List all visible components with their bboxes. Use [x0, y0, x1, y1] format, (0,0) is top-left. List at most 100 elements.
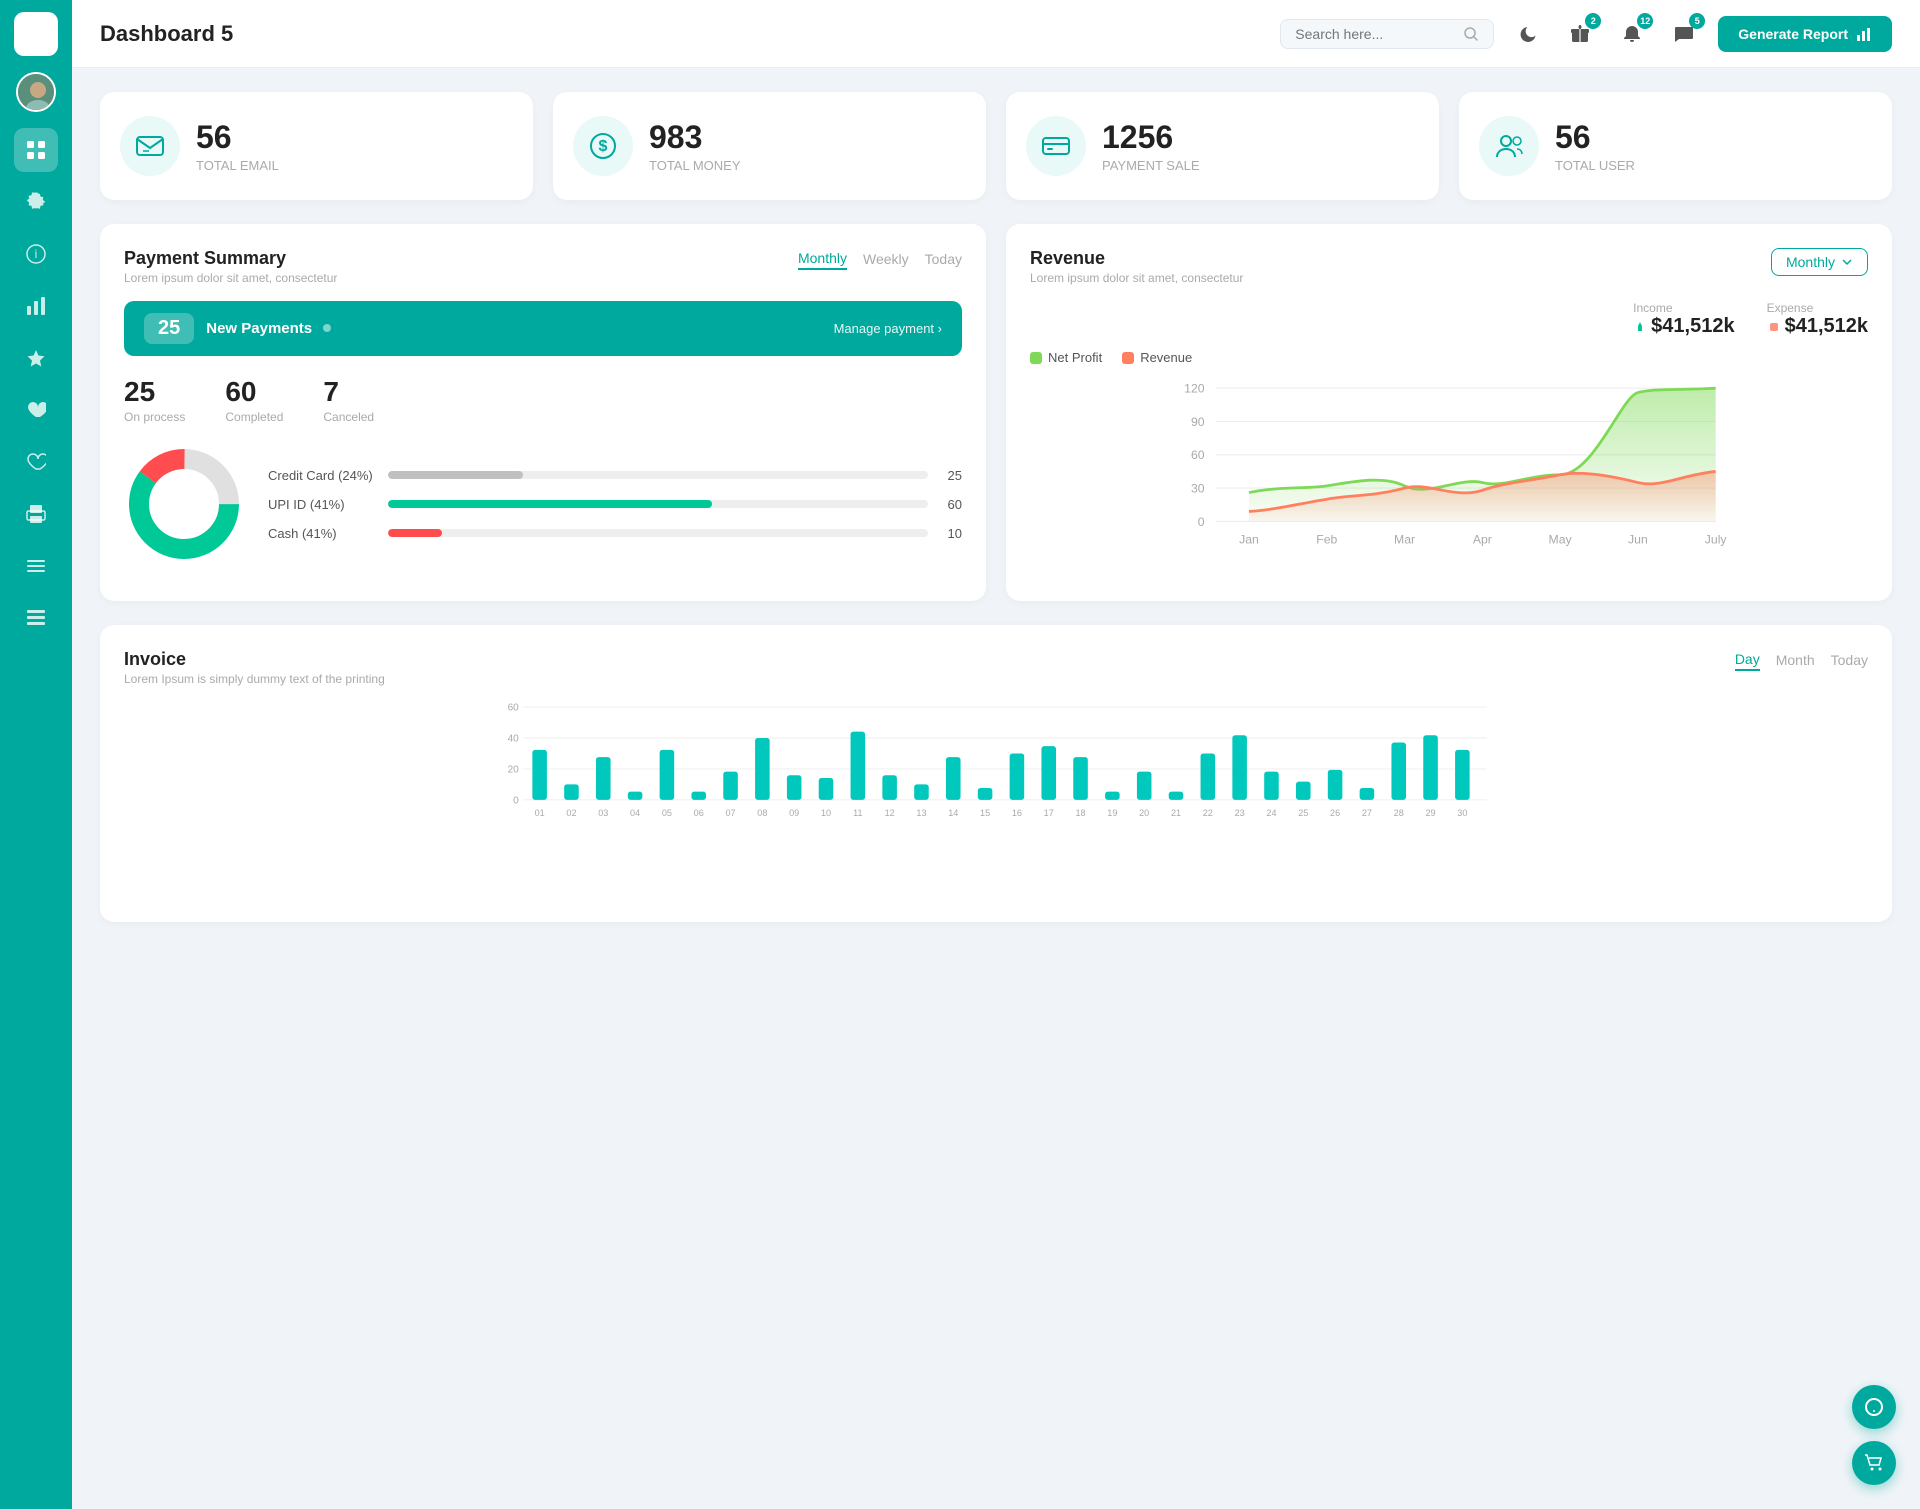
monthly-label: Monthly: [1786, 254, 1835, 270]
chat-btn[interactable]: 5: [1666, 16, 1702, 52]
svg-text:12: 12: [885, 808, 895, 818]
manage-payment-link[interactable]: Manage payment ›: [834, 321, 942, 336]
total-email-num: 56: [196, 119, 279, 156]
payment-summary-subtitle: Lorem ipsum dolor sit amet, consectetur: [124, 271, 337, 285]
sidebar-item-menu[interactable]: [14, 544, 58, 588]
chevron-down-icon: [1841, 256, 1853, 268]
new-payments-bar: 25 New Payments Manage payment ›: [124, 301, 962, 356]
sidebar-item-favorites[interactable]: [14, 336, 58, 380]
income-icon: [1633, 320, 1647, 334]
payment-stats: 25 On process 60 Completed 7 Canceled: [124, 376, 962, 424]
svg-text:08: 08: [757, 808, 767, 818]
svg-text:60: 60: [508, 703, 520, 714]
bar-chart-container: 60 40 20 0: [124, 698, 1868, 898]
payment-summary-title-block: Payment Summary Lorem ipsum dolor sit am…: [124, 248, 337, 285]
svg-text:22: 22: [1203, 808, 1213, 818]
svg-text:17: 17: [1044, 808, 1054, 818]
float-support-btn[interactable]: [1852, 1385, 1896, 1429]
svg-text:09: 09: [789, 808, 799, 818]
payment-summary-card: Payment Summary Lorem ipsum dolor sit am…: [100, 224, 986, 601]
progress-label-credit: Credit Card (24%): [268, 468, 378, 483]
sidebar-item-favorites2[interactable]: [14, 388, 58, 432]
svg-text:15: 15: [980, 808, 990, 818]
invoice-subtitle: Lorem Ipsum is simply dummy text of the …: [124, 672, 385, 686]
main-content: Dashboard 5 2 12 5 Generate Repo: [72, 0, 1920, 1509]
stat-on-process: 25 On process: [124, 376, 185, 424]
search-icon: [1463, 26, 1479, 42]
svg-text:10: 10: [821, 808, 831, 818]
float-cart-btn[interactable]: [1852, 1441, 1896, 1485]
total-email-icon: [120, 116, 180, 176]
svg-text:July: July: [1705, 533, 1728, 547]
svg-text:01: 01: [535, 808, 545, 818]
invoice-tab-today[interactable]: Today: [1831, 649, 1868, 671]
new-payments-num: 25: [144, 313, 194, 344]
progress-row-cash: Cash (41%) 10: [268, 526, 962, 541]
sidebar: i: [0, 0, 72, 1509]
tab-weekly[interactable]: Weekly: [863, 248, 909, 270]
svg-text:16: 16: [1012, 808, 1022, 818]
svg-text:04: 04: [630, 808, 640, 818]
invoice-title-block: Invoice Lorem Ipsum is simply dummy text…: [124, 649, 385, 686]
payment-sale-info: 1256 PAYMENT SALE: [1102, 119, 1200, 173]
progress-val-upi: 60: [938, 497, 962, 512]
revenue-title-block: Revenue Lorem ipsum dolor sit amet, cons…: [1030, 248, 1243, 285]
payment-sale-num: 1256: [1102, 119, 1200, 156]
area-chart-container: 120 90 60 30 0: [1030, 377, 1868, 577]
legend-revenue: Revenue: [1122, 350, 1192, 365]
income-stat: Income $41,512k: [1633, 301, 1734, 338]
revenue-title: Revenue: [1030, 248, 1243, 269]
total-user-num: 56: [1555, 119, 1635, 156]
theme-toggle-btn[interactable]: [1510, 16, 1546, 52]
svg-text:90: 90: [1191, 415, 1205, 429]
stats-row: 56 TOTAL EMAIL $ 983 TOTAL MONEY: [100, 92, 1892, 200]
svg-text:27: 27: [1362, 808, 1372, 818]
moon-icon: [1518, 24, 1538, 44]
sidebar-item-heart2[interactable]: [14, 440, 58, 484]
svg-text:19: 19: [1107, 808, 1117, 818]
float-buttons: [1852, 1385, 1896, 1485]
bell-btn[interactable]: 12: [1614, 16, 1650, 52]
svg-text:29: 29: [1425, 808, 1435, 818]
two-col-section: Payment Summary Lorem ipsum dolor sit am…: [100, 224, 1892, 601]
income-val: $41,512k: [1651, 315, 1734, 338]
svg-text:0: 0: [1198, 515, 1205, 529]
progress-val-cash: 10: [938, 526, 962, 541]
search-bar[interactable]: [1280, 19, 1494, 49]
sidebar-item-list[interactable]: [14, 596, 58, 640]
gift-badge: 2: [1585, 13, 1601, 29]
sidebar-item-dashboard[interactable]: [14, 128, 58, 172]
tab-today[interactable]: Today: [925, 248, 962, 270]
progress-bar-cash-fill: [388, 529, 442, 537]
svg-text:26: 26: [1330, 808, 1340, 818]
tab-monthly[interactable]: Monthly: [798, 248, 847, 270]
svg-text:24: 24: [1266, 808, 1276, 818]
svg-text:07: 07: [725, 808, 735, 818]
invoice-tab-month[interactable]: Month: [1776, 649, 1815, 671]
total-money-info: 983 TOTAL MONEY: [649, 119, 741, 173]
new-payments-left: 25 New Payments: [144, 313, 332, 344]
total-email-info: 56 TOTAL EMAIL: [196, 119, 279, 173]
invoice-tab-day[interactable]: Day: [1735, 649, 1760, 671]
generate-report-button[interactable]: Generate Report: [1718, 16, 1892, 52]
sidebar-item-analytics[interactable]: [14, 284, 58, 328]
revenue-stats: Income $41,512k Expense $41,512k: [1030, 301, 1868, 338]
search-input[interactable]: [1295, 26, 1455, 42]
payment-summary-header: Payment Summary Lorem ipsum dolor sit am…: [124, 248, 962, 285]
revenue-monthly-btn[interactable]: Monthly: [1771, 248, 1868, 276]
svg-text:25: 25: [1298, 808, 1308, 818]
progress-bar-upi-bg: [388, 500, 928, 508]
header: Dashboard 5 2 12 5 Generate Repo: [72, 0, 1920, 68]
svg-text:02: 02: [566, 808, 576, 818]
cart-icon: [1863, 1452, 1885, 1474]
gift-btn[interactable]: 2: [1562, 16, 1598, 52]
svg-text:Jan: Jan: [1239, 533, 1259, 547]
svg-text:60: 60: [1191, 448, 1205, 462]
sidebar-item-settings[interactable]: [14, 180, 58, 224]
svg-text:21: 21: [1171, 808, 1181, 818]
sidebar-item-print[interactable]: [14, 492, 58, 536]
payment-body: Credit Card (24%) 25 UPI ID (41%) 60: [124, 444, 962, 564]
sidebar-item-info[interactable]: i: [14, 232, 58, 276]
svg-text:11: 11: [853, 808, 862, 818]
svg-text:Apr: Apr: [1473, 533, 1492, 547]
